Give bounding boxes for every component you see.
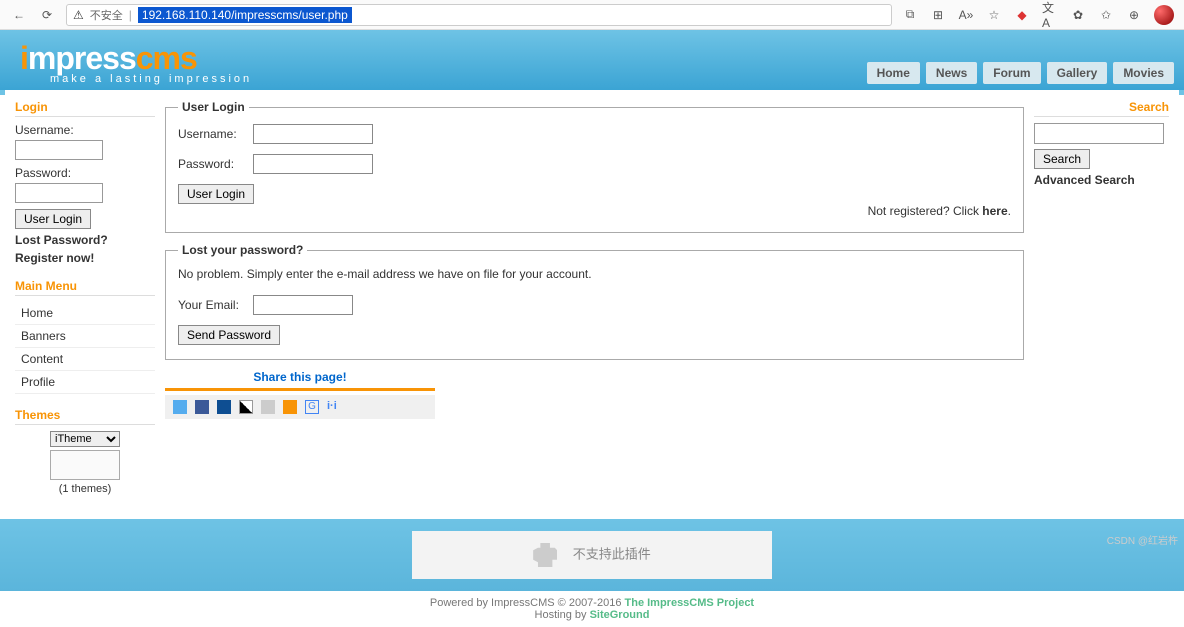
login-block-title: Login (15, 100, 155, 117)
favorites-icon[interactable]: ✩ (1098, 7, 1114, 23)
search-button[interactable]: Search (1034, 149, 1090, 169)
browser-toolbar: ← ⟳ ⚠ 不安全 | 192.168.110.140/impresscms/u… (0, 0, 1184, 30)
themes-block: Themes iTheme (1 themes) (15, 408, 155, 495)
url-text: 192.168.110.140/impresscms/user.php (138, 7, 352, 23)
settings-icon[interactable]: ✿ (1070, 7, 1086, 23)
menu-profile[interactable]: Profile (15, 371, 155, 394)
site-logo[interactable]: impresscms make a lasting impression (20, 40, 252, 85)
menu-home[interactable]: Home (15, 302, 155, 325)
search-input[interactable] (1034, 123, 1164, 144)
toolbar-icons: ⧉ ⊞ A» ☆ ◆ 文A ✿ ✩ ⊕ (902, 5, 1174, 25)
main-username-label: Username: (178, 127, 250, 141)
register-link[interactable]: Register now! (15, 251, 155, 265)
warning-icon: ⚠ (73, 8, 84, 22)
menu-banners[interactable]: Banners (15, 325, 155, 348)
theme-count: (1 themes) (15, 483, 155, 495)
sidebar-username-label: Username: (15, 123, 155, 137)
login-block: Login Username: Password: User Login Los… (15, 100, 155, 265)
devices-icon[interactable]: ⧉ (902, 7, 918, 23)
lost-password-fieldset: Lost your password? No problem. Simply e… (165, 243, 1024, 360)
text-size-icon[interactable]: A» (958, 7, 974, 23)
digg-icon[interactable] (261, 400, 275, 414)
lost-password-desc: No problem. Simply enter the e-mail addr… (178, 267, 1011, 281)
security-status: 不安全 (90, 7, 123, 23)
user-login-legend: User Login (178, 100, 249, 114)
extension-icon-1[interactable]: ◆ (1014, 7, 1030, 23)
user-login-fieldset: User Login Username: Password: User Logi… (165, 100, 1024, 233)
logo-tagline: make a lasting impression (20, 73, 252, 85)
site-header: impresscms make a lasting impression Hom… (0, 30, 1184, 90)
search-title: Search (1034, 100, 1169, 117)
main-login-button[interactable]: User Login (178, 184, 254, 204)
themes-title: Themes (15, 408, 155, 425)
nav-forum[interactable]: Forum (983, 62, 1040, 84)
advanced-search-link[interactable]: Advanced Search (1034, 173, 1169, 187)
reload-button[interactable]: ⟳ (38, 6, 56, 24)
hosting-link[interactable]: SiteGround (590, 609, 650, 621)
main-nav: Home News Forum Gallery Movies (867, 62, 1174, 84)
google-icon[interactable]: G (305, 400, 319, 414)
nav-gallery[interactable]: Gallery (1047, 62, 1108, 84)
sidebar-login-button[interactable]: User Login (15, 209, 91, 229)
main-menu-block: Main Menu Home Banners Content Profile (15, 279, 155, 394)
reddit-icon[interactable] (283, 400, 297, 414)
main-password-label: Password: (178, 157, 250, 171)
sidebar-left: Login Username: Password: User Login Los… (15, 100, 155, 509)
sidebar-username-input[interactable] (15, 140, 103, 160)
menu-content[interactable]: Content (15, 348, 155, 371)
twitter-icon[interactable] (173, 400, 187, 414)
star-icon[interactable]: ☆ (986, 7, 1002, 23)
puzzle-icon (533, 543, 557, 567)
main-password-input[interactable] (253, 154, 373, 174)
watermark: CSDN @红岩杵 (1107, 532, 1178, 547)
email-input[interactable] (253, 295, 353, 315)
nav-news[interactable]: News (926, 62, 977, 84)
profile-avatar[interactable] (1154, 5, 1174, 25)
translate-icon[interactable]: 文A (1042, 7, 1058, 23)
collections-icon[interactable]: ⊕ (1126, 7, 1142, 23)
sidebar-right: Search Search Advanced Search (1034, 100, 1169, 509)
nav-home[interactable]: Home (867, 62, 920, 84)
friendfeed-icon[interactable]: i·i (327, 400, 341, 414)
share-title: Share this page! (165, 370, 435, 388)
back-button[interactable]: ← (10, 6, 28, 24)
email-label: Your Email: (178, 298, 250, 312)
main-content: User Login Username: Password: User Logi… (165, 100, 1024, 509)
facebook-icon[interactable] (195, 400, 209, 414)
plugin-placeholder: 不支持此插件 (412, 531, 772, 579)
sidebar-password-label: Password: (15, 166, 155, 180)
footer-banner: 不支持此插件 (0, 519, 1184, 591)
grid-icon[interactable]: ⊞ (930, 7, 946, 23)
address-bar[interactable]: ⚠ 不安全 | 192.168.110.140/impresscms/user.… (66, 4, 892, 26)
lost-password-legend: Lost your password? (178, 243, 307, 257)
delicious-icon[interactable] (239, 400, 253, 414)
theme-select[interactable]: iTheme (50, 431, 120, 447)
share-divider (165, 388, 435, 391)
main-username-input[interactable] (253, 124, 373, 144)
share-icons: G i·i (165, 395, 435, 419)
footer-text: Powered by ImpressCMS © 2007-2016 The Im… (0, 591, 1184, 627)
main-menu-title: Main Menu (15, 279, 155, 296)
theme-preview (50, 450, 120, 480)
sidebar-password-input[interactable] (15, 183, 103, 203)
register-here-link[interactable]: here (982, 204, 1007, 218)
nav-movies[interactable]: Movies (1113, 62, 1174, 84)
not-registered-text: Not registered? Click here. (178, 204, 1011, 218)
share-bar: Share this page! G i·i (165, 370, 435, 419)
myspace-icon[interactable] (217, 400, 231, 414)
send-password-button[interactable]: Send Password (178, 325, 280, 345)
project-link[interactable]: The ImpressCMS Project (625, 597, 755, 609)
lost-password-link[interactable]: Lost Password? (15, 233, 155, 247)
